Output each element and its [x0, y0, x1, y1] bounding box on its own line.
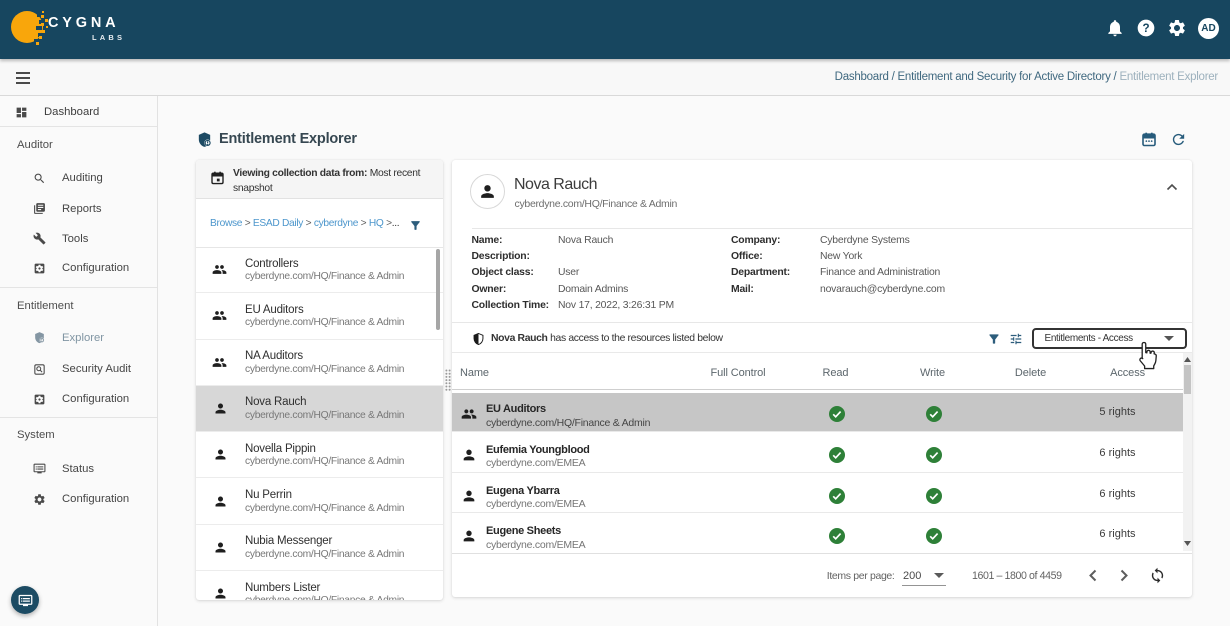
svg-text:?: ? [1142, 22, 1149, 35]
